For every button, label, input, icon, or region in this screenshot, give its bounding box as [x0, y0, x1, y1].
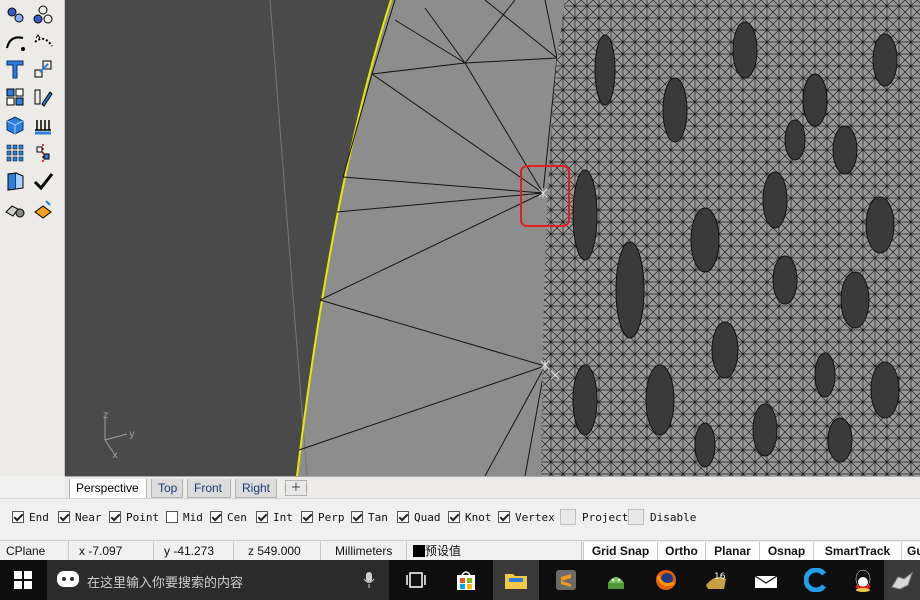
android-studio-icon[interactable] [593, 560, 639, 600]
snap-tan-checkbox[interactable] [351, 511, 363, 523]
check-icon[interactable] [31, 169, 55, 193]
snap-quad[interactable]: Quad [397, 509, 441, 525]
snap-mid[interactable]: Mid [166, 509, 203, 525]
snap-perp-checkbox[interactable] [301, 511, 313, 523]
tab-top[interactable]: Top [151, 479, 183, 498]
grid-snap-button[interactable]: Grid Snap [583, 542, 657, 561]
ortho-button[interactable]: Ortho [657, 542, 705, 561]
layer-color-swatch [413, 545, 425, 557]
status-bar: CPlane x -7.097 y -41.273 z 549.000 Mill… [0, 540, 920, 561]
taskbar-search[interactable]: 在这里输入你要搜索的内容 [47, 560, 389, 600]
extrude-icon[interactable] [31, 113, 55, 137]
task-view-icon[interactable] [393, 560, 439, 600]
qq-icon[interactable] [840, 560, 886, 600]
mail-icon[interactable] [743, 560, 789, 600]
snap-mid-checkbox[interactable] [166, 511, 178, 523]
osnap-button[interactable]: Osnap [759, 542, 813, 561]
snap-end-checkbox[interactable] [12, 511, 24, 523]
planar-button[interactable]: Planar [705, 542, 759, 561]
cortana-icon [57, 571, 79, 587]
coord-z: z 549.000 [234, 541, 321, 561]
windows-start-icon[interactable] [0, 560, 46, 600]
snap-cen[interactable]: Cen [210, 509, 247, 525]
snap-cen-checkbox[interactable] [210, 511, 222, 523]
mirror-icon[interactable] [31, 141, 55, 165]
file-explorer-icon[interactable] [493, 560, 539, 600]
snap-perp[interactable]: Perp [301, 509, 345, 525]
tab-front[interactable]: Front [187, 479, 231, 498]
snap-point[interactable]: Point [109, 509, 159, 525]
layer-indicator[interactable]: 预设值 [407, 541, 582, 561]
gumball-button[interactable]: Gu [901, 542, 920, 561]
snap-vertex[interactable]: Vertex [498, 509, 555, 525]
rhino-icon[interactable] [884, 560, 920, 600]
command-toolbar [0, 0, 65, 476]
tab-right[interactable]: Right [235, 479, 277, 498]
store-icon[interactable] [443, 560, 489, 600]
snap-disable[interactable]: Disable [628, 509, 696, 525]
axis-z-label: z [103, 410, 108, 421]
snap-int-checkbox[interactable] [256, 511, 268, 523]
tab-perspective[interactable]: Perspective [69, 479, 147, 499]
microphone-icon[interactable] [363, 572, 375, 588]
snap-vertex-checkbox[interactable] [498, 511, 510, 523]
browser-icon[interactable] [793, 560, 839, 600]
curve-icon[interactable] [31, 31, 55, 55]
add-tab-icon[interactable]: + [285, 480, 307, 496]
point-cloud-icon[interactable] [31, 3, 55, 27]
snap-project[interactable]: Project [560, 509, 628, 525]
render-icon[interactable] [3, 197, 27, 221]
material-icon[interactable] [31, 197, 55, 221]
viewport-tabs: Perspective Top Front Right + [65, 476, 920, 499]
axis-y-label: y [129, 429, 135, 440]
snap-end[interactable]: End [12, 509, 49, 525]
edit-icon[interactable] [31, 85, 55, 109]
box-icon[interactable] [3, 113, 27, 137]
snap-knot-checkbox[interactable] [448, 511, 460, 523]
osnap-bar: End Near Point Mid Cen Int Perp Tan Quad… [0, 498, 920, 541]
curve-point-icon[interactable] [3, 3, 27, 27]
snap-quad-checkbox[interactable] [397, 511, 409, 523]
snap-tan[interactable]: Tan [351, 509, 388, 525]
perspective-viewport[interactable]: z y x [65, 0, 920, 476]
snap-disable-checkbox[interactable] [628, 509, 644, 525]
coord-x: x -7.097 [69, 541, 154, 561]
arc-icon[interactable] [3, 31, 27, 55]
group-icon[interactable] [3, 85, 27, 109]
snap-near-checkbox[interactable] [58, 511, 70, 523]
calendar-icon[interactable]: 16 [693, 560, 739, 600]
snap-point-checkbox[interactable] [109, 511, 121, 523]
snap-project-checkbox[interactable] [560, 509, 576, 525]
mesh-model: z y x [103, 0, 920, 476]
search-placeholder: 在这里输入你要搜索的内容 [87, 576, 244, 591]
snap-near[interactable]: Near [58, 509, 102, 525]
calendar-day: 16 [714, 572, 726, 582]
surface-icon[interactable] [3, 169, 27, 193]
coord-y: y -41.273 [154, 541, 234, 561]
cplane-label[interactable]: CPlane [0, 541, 69, 561]
firefox-icon[interactable] [643, 560, 689, 600]
windows-taskbar: 在这里输入你要搜索的内容 16 [0, 560, 920, 600]
array-icon[interactable] [3, 141, 27, 165]
smarttrack-button[interactable]: SmartTrack [813, 542, 901, 561]
snap-int[interactable]: Int [256, 509, 293, 525]
text-icon[interactable] [3, 57, 27, 81]
sublime-icon[interactable] [543, 560, 589, 600]
scale-icon[interactable] [31, 57, 55, 81]
units-label[interactable]: Millimeters [321, 541, 407, 561]
layer-name: 预设值 [425, 544, 462, 558]
snap-knot[interactable]: Knot [448, 509, 492, 525]
axis-x-label: x [112, 450, 118, 461]
